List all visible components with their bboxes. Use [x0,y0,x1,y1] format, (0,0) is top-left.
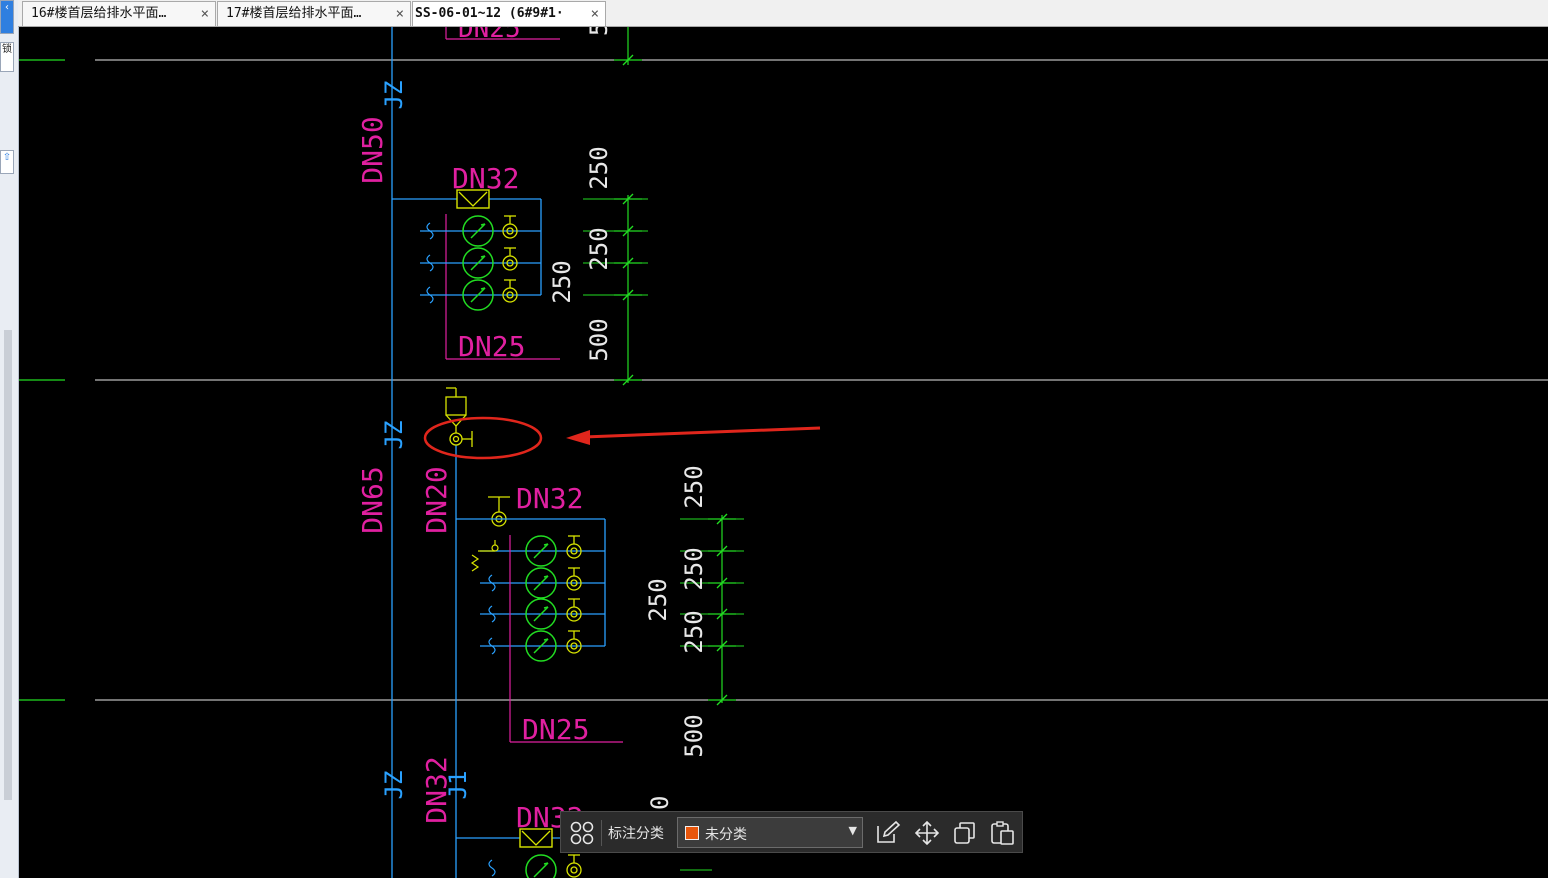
tab-16-floor-plan[interactable]: 16#楼首层给排水平面… × [22,1,216,26]
paste-icon[interactable] [989,820,1017,846]
middle-dimension-chain: 250 250 250 500 [680,465,744,758]
riser-label: JZ [380,81,408,110]
dimension-label: 250 [680,465,708,508]
tab-title: 16#楼首层给排水平面… [31,6,167,21]
pipe-label: DN32 [452,162,519,195]
dimension-label: 5 [585,27,613,36]
pipe-label: DN32 [516,482,583,515]
edit-icon[interactable] [874,820,902,846]
copy-icon[interactable] [951,820,979,846]
close-icon[interactable]: × [591,2,599,26]
dimension-label: 250 [585,146,613,189]
pipe-label: DN25 [458,27,521,44]
top-fixture-group: DN50 DN32 DN25 250 [356,116,576,363]
move-icon[interactable] [913,820,941,846]
pipe-label: DN20 [420,466,453,533]
dimension-label: 500 [680,714,708,757]
riser-label: JZ [380,771,408,800]
tab-17-floor-plan[interactable]: 17#楼首层给排水平面… × [217,1,411,26]
dimension-label: 250 [548,260,576,303]
category-color-swatch [685,826,699,840]
annotation-category-label: 标注分类 [608,826,664,842]
annotation-category-select[interactable]: 未分类 ▼ [677,817,863,848]
panel-collapse-button[interactable]: ‹ [0,0,14,34]
chevron-down-icon: ▼ [848,824,857,837]
pipe-label: DN25 [458,330,525,363]
pipe-label: DN50 [356,116,389,183]
dimension-label: 250 [680,610,708,653]
grid-icon[interactable] [569,820,595,846]
annotation-highlight-ellipse [423,416,543,460]
panel-lock-button[interactable]: 锁 [0,42,14,72]
pipe-label: DN32 [420,756,453,823]
tab-title: 17#楼首层给排水平面… [226,6,362,21]
dimension-label: 250 [644,578,672,621]
floor-lines [19,59,1548,701]
close-icon[interactable]: × [201,2,209,26]
dimension-label: 250 [585,227,613,270]
close-icon[interactable]: × [396,2,404,26]
category-select-value: 未分类 [705,827,747,843]
top-dimension-chain: 250 250 500 [583,146,648,386]
annotation-floating-toolbar: 标注分类 未分类 ▼ [560,811,1023,853]
dimension-label: 500 [585,318,613,361]
document-tab-bar: 16#楼首层给排水平面… × 17#楼首层给排水平面… × SS-06-01~1… [18,0,1548,27]
dimension-label: 250 [680,547,708,590]
pipe-label: DN65 [356,466,389,533]
annotation-arrow [566,426,821,445]
cad-drawing-canvas[interactable]: JZ JZ JZ J1 DN25 5 DN50 DN32 DN25 250 25… [19,27,1548,878]
left-panel-strip: ‹ 锁 ⇧ [0,0,19,878]
panel-scrollbar[interactable] [4,330,12,800]
riser-label: JZ [380,421,408,450]
tab-title: SS-06-01~12 (6#9#1· [415,6,564,21]
middle-fixture-group: DN65 DN20 DN32 DN25 250 [356,466,672,746]
toolbar-divider [601,820,602,846]
tab-ss-06-drawing[interactable]: SS-06-01~12 (6#9#1· × [412,1,606,26]
pipe-label: DN25 [522,713,589,746]
panel-pin-icon[interactable]: ⇧ [0,150,14,174]
panel-lock-label: 锁 [2,44,12,55]
top-cut-segment: DN25 5 [445,27,643,66]
